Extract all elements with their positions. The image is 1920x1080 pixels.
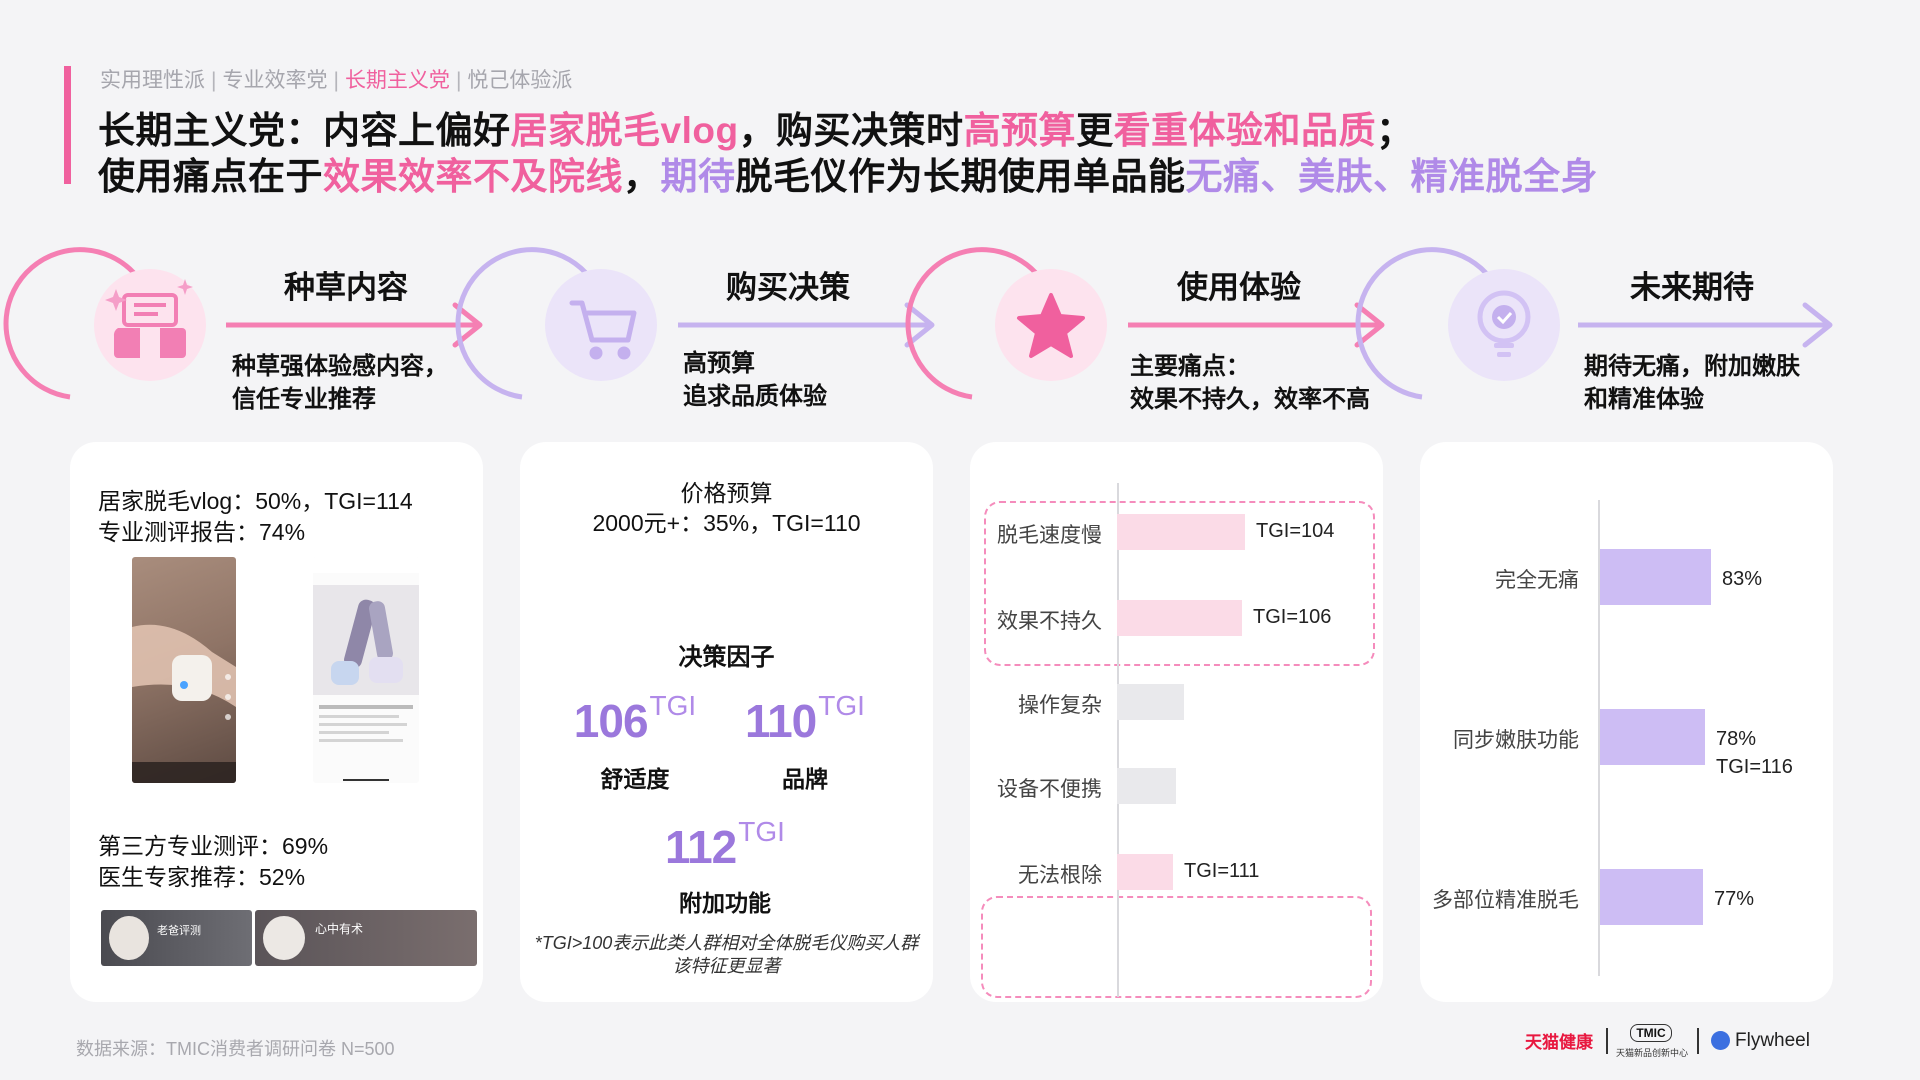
pain-label: 无法根除: [1018, 864, 1102, 887]
tgi-comfort: 106TGI: [560, 690, 710, 748]
expect-value-label: 78% TGI=116: [1716, 728, 1793, 778]
logo-flywheel: Flywheel: [1735, 1030, 1810, 1051]
stage-2-desc: 高预算 追求品质体验: [683, 350, 827, 410]
tab-longterm[interactable]: 长期主义党: [345, 69, 450, 92]
pain-bar: [1117, 684, 1184, 720]
expect-label: 同步嫩肤功能: [1453, 729, 1579, 752]
headline1-segment: 更: [1076, 110, 1114, 151]
expect-label: 多部位精准脱毛: [1432, 889, 1579, 912]
expert-banner-2[interactable]: 心中有术: [255, 910, 477, 966]
budget-title: 价格预算: [680, 480, 773, 506]
pain-point-chart: 脱毛速度慢 TGI=104 效果不持久 TGI=106 操作复杂设备不便携无法根除 TGI…: [970, 442, 1383, 1002]
expectation-chart: 完全无痛 83% 同步嫩肤功能 78% TGI=116 多部位精准脱毛 77%: [1420, 442, 1833, 1002]
stage-1-title: 种草内容: [284, 270, 408, 305]
expect-label: 完全无痛: [1495, 569, 1579, 592]
avatar: [263, 916, 305, 960]
expect-bar: [1600, 549, 1711, 605]
pain-bar: [1117, 600, 1242, 636]
review-screenshot[interactable]: [313, 557, 419, 783]
pain-label: 设备不便携: [997, 778, 1102, 801]
tgi-brand-unit: TGI: [818, 690, 865, 721]
pain-label: 效果不持久: [997, 610, 1102, 633]
logo-divider: [1697, 1028, 1699, 1054]
stage-4-desc: 期待无痛，附加嫩肤 和精准体验: [1584, 353, 1800, 413]
headline2-segment: ，: [623, 156, 661, 197]
expert-banner-1[interactable]: 老爸评测: [101, 910, 252, 966]
pain-label: 操作复杂: [1018, 694, 1102, 717]
headline1-segment: ，购买决策时: [738, 110, 964, 151]
pain-value-label: TGI=111: [1184, 860, 1260, 882]
data-source: 数据来源：TMIC消费者调研问卷 N=500: [76, 1039, 395, 1059]
tab-separator: |: [211, 69, 217, 92]
pain-bar: [1117, 854, 1173, 890]
tab-practical[interactable]: 实用理性派: [100, 69, 205, 92]
headline2-segment: 期待: [660, 156, 736, 197]
pain-label: 脱毛速度慢: [997, 524, 1102, 547]
tgi-footnote: *TGI>100表示此类人群相对全体脱毛仪购买人群 该特征更显著: [534, 933, 919, 976]
avatar: [109, 916, 149, 960]
pain-value-label: TGI=106: [1253, 606, 1332, 628]
expert-1-name: 老爸评测: [157, 925, 201, 937]
headline1-segment: 长期主义党：内容上偏好: [98, 110, 511, 151]
logo-divider: [1606, 1028, 1608, 1054]
stage-3-desc: 主要痛点： 效果不持久，效率不高: [1130, 353, 1370, 413]
logo-tmic: TMIC: [1630, 1024, 1672, 1042]
vlog-screenshot[interactable]: [132, 557, 236, 783]
expect-value-label: 77%: [1714, 888, 1755, 910]
tgi-brand-value: 110: [745, 695, 817, 747]
tgi-brand: 110TGI: [730, 690, 880, 748]
content-stats-top: 居家脱毛vlog：50%，TGI=114 专业测评报告：74%: [98, 488, 413, 545]
pain-bar: [1117, 514, 1245, 550]
headline2-segment: 使用痛点在于: [98, 156, 323, 197]
tab-separator: |: [333, 69, 339, 92]
logo-tmic-sub: 天猫新品创新中心: [1615, 1048, 1688, 1058]
factor-title: 决策因子: [678, 644, 775, 671]
tgi-extra: 112TGI: [645, 816, 805, 874]
stage-2-title: 购买决策: [726, 270, 850, 305]
expect-bar: [1600, 869, 1703, 925]
content-stats-bottom: 第三方专业测评：69% 医生专家推荐：52%: [98, 833, 329, 890]
tgi-brand-label: 品牌: [782, 766, 828, 792]
headline2-segment: 无痛、美肤、精准脱全身: [1185, 156, 1598, 197]
budget-value: 2000元+：35%，TGI=110: [592, 510, 861, 536]
tgi-extra-unit: TGI: [738, 816, 785, 847]
expect-bar: [1600, 709, 1705, 765]
tgi-comfort-unit: TGI: [649, 690, 697, 721]
accent-bar: [64, 66, 71, 184]
headline-line-2: 使用痛点在于效果效率不及院线，期待脱毛仪作为长期使用单品能无痛、美肤、精准脱全身: [98, 146, 1598, 200]
tab-separator: |: [455, 69, 462, 92]
tgi-comfort-value: 106: [573, 695, 649, 747]
stage-1-desc: 种草强体验感内容， 信任专业推荐: [232, 353, 448, 413]
headline2-segment: 效果效率不及院线: [323, 156, 623, 197]
tab-efficiency[interactable]: 专业效率党: [222, 69, 327, 92]
tgi-extra-label: 附加功能: [679, 890, 771, 916]
expect-value-label: 83%: [1722, 568, 1763, 590]
tgi-comfort-label: 舒适度: [600, 766, 670, 792]
headline2-segment: 脱毛仪作为长期使用单品能: [735, 156, 1186, 197]
stage-3-title: 使用体验: [1177, 270, 1301, 305]
tgi-extra-value: 112: [665, 821, 737, 873]
headline1-segment: 看重体验和品质: [1113, 110, 1377, 151]
logo-tmall-health: 天猫健康: [1525, 1033, 1593, 1052]
stage-4-title: 未来期待: [1630, 270, 1754, 305]
headline1-segment: 高预算: [963, 110, 1077, 151]
pain-value-label: TGI=104: [1256, 520, 1335, 542]
persona-tabs: 实用理性派 | 专业效率党 | 长期主义党 | 悦己体验派: [100, 64, 572, 94]
flywheel-logo-icon: [1711, 1031, 1730, 1050]
pain-bar: [1117, 768, 1176, 804]
expert-2-name: 心中有术: [315, 922, 364, 936]
headline1-segment: 居家脱毛vlog: [510, 110, 739, 151]
tab-pleasure[interactable]: 悦己体验派: [467, 69, 572, 92]
headline1-segment: ；: [1376, 110, 1414, 151]
